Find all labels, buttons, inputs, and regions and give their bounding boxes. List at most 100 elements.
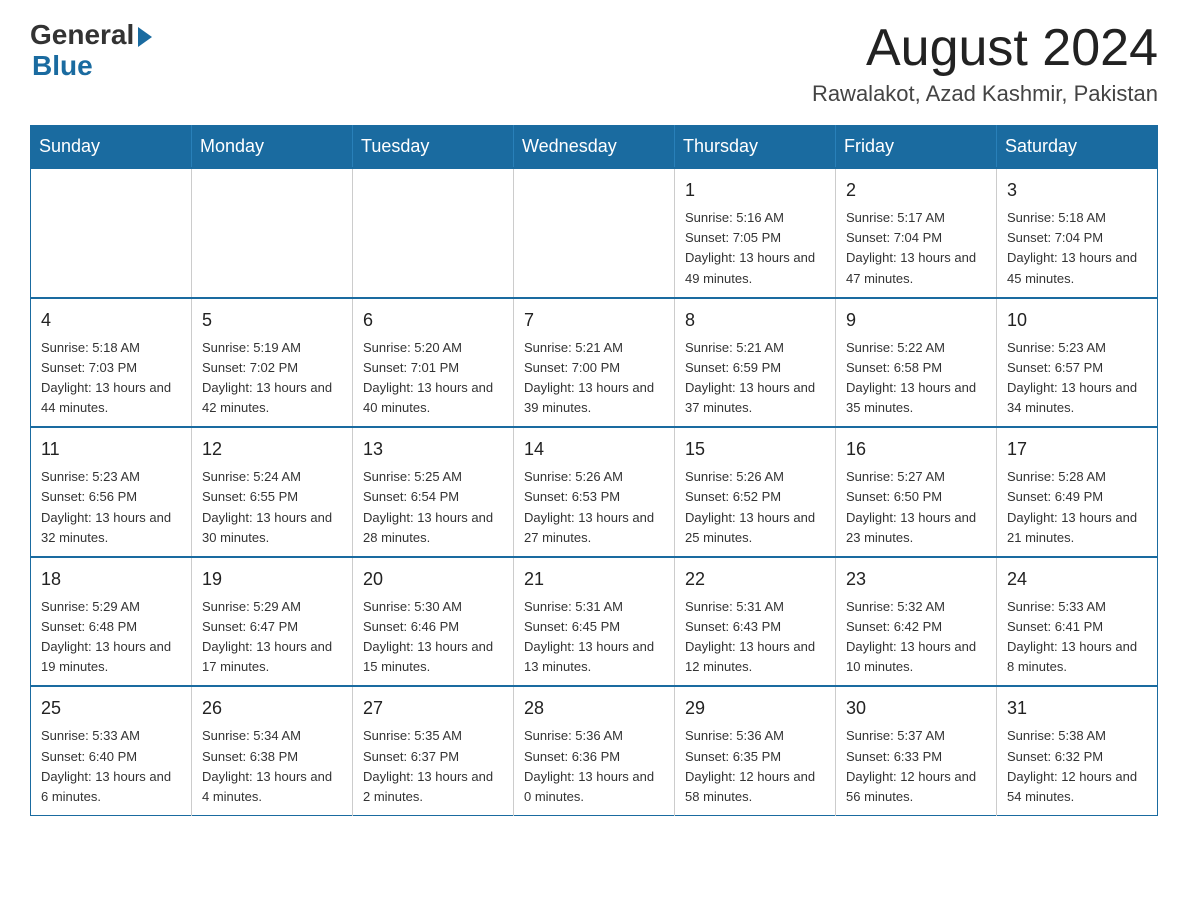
day-number: 6 [363,307,503,334]
weekday-header-friday: Friday [836,126,997,169]
weekday-header-wednesday: Wednesday [514,126,675,169]
day-cell-4-5: 30 Sunrise: 5:37 AM Sunset: 6:33 PM Dayli… [836,686,997,815]
day-cell-2-5: 16 Sunrise: 5:27 AM Sunset: 6:50 PM Dayli… [836,427,997,557]
logo-blue-text: Blue [32,50,93,81]
weekday-header-thursday: Thursday [675,126,836,169]
day-info: Sunrise: 5:26 AM Sunset: 6:53 PM Dayligh… [524,467,664,548]
weekday-header-row: SundayMondayTuesdayWednesdayThursdayFrid… [31,126,1158,169]
day-info: Sunrise: 5:18 AM Sunset: 7:03 PM Dayligh… [41,338,181,419]
day-info: Sunrise: 5:33 AM Sunset: 6:41 PM Dayligh… [1007,597,1147,678]
day-info: Sunrise: 5:34 AM Sunset: 6:38 PM Dayligh… [202,726,342,807]
day-cell-0-1 [192,168,353,298]
day-info: Sunrise: 5:23 AM Sunset: 6:57 PM Dayligh… [1007,338,1147,419]
day-cell-4-0: 25Sunrise: 5:33 AM Sunset: 6:40 PM Dayli… [31,686,192,815]
day-cell-4-6: 31 Sunrise: 5:38 AM Sunset: 6:32 PM Dayli… [997,686,1158,815]
day-cell-3-1: 19 Sunrise: 5:29 AM Sunset: 6:47 PM Dayli… [192,557,353,687]
day-cell-3-6: 24 Sunrise: 5:33 AM Sunset: 6:41 PM Dayli… [997,557,1158,687]
day-cell-4-3: 28 Sunrise: 5:36 AM Sunset: 6:36 PM Dayli… [514,686,675,815]
day-number: 31 [1007,695,1147,722]
week-row-2: 4 Sunrise: 5:18 AM Sunset: 7:03 PM Daylig… [31,298,1158,428]
weekday-header-tuesday: Tuesday [353,126,514,169]
day-cell-2-3: 14Sunrise: 5:26 AM Sunset: 6:53 PM Dayli… [514,427,675,557]
day-info: Sunrise: 5:37 AM Sunset: 6:33 PM Dayligh… [846,726,986,807]
logo-general-text: General [30,20,134,51]
week-row-4: 18 Sunrise: 5:29 AM Sunset: 6:48 PM Dayli… [31,557,1158,687]
day-number: 22 [685,566,825,593]
day-info: Sunrise: 5:29 AM Sunset: 6:48 PM Dayligh… [41,597,181,678]
day-number: 17 [1007,436,1147,463]
day-number: 7 [524,307,664,334]
day-info: Sunrise: 5:19 AM Sunset: 7:02 PM Dayligh… [202,338,342,419]
day-number: 2 [846,177,986,204]
day-cell-3-2: 20 Sunrise: 5:30 AM Sunset: 6:46 PM Dayli… [353,557,514,687]
weekday-header-sunday: Sunday [31,126,192,169]
day-cell-1-4: 8 Sunrise: 5:21 AM Sunset: 6:59 PM Daylig… [675,298,836,428]
day-cell-1-2: 6 Sunrise: 5:20 AM Sunset: 7:01 PM Daylig… [353,298,514,428]
day-cell-0-0 [31,168,192,298]
day-cell-3-5: 23Sunrise: 5:32 AM Sunset: 6:42 PM Dayli… [836,557,997,687]
day-info: Sunrise: 5:27 AM Sunset: 6:50 PM Dayligh… [846,467,986,548]
day-cell-3-3: 21Sunrise: 5:31 AM Sunset: 6:45 PM Dayli… [514,557,675,687]
day-cell-3-4: 22 Sunrise: 5:31 AM Sunset: 6:43 PM Dayli… [675,557,836,687]
day-number: 15 [685,436,825,463]
day-info: Sunrise: 5:18 AM Sunset: 7:04 PM Dayligh… [1007,208,1147,289]
day-info: Sunrise: 5:24 AM Sunset: 6:55 PM Dayligh… [202,467,342,548]
day-cell-1-3: 7Sunrise: 5:21 AM Sunset: 7:00 PM Daylig… [514,298,675,428]
day-cell-0-4: 1 Sunrise: 5:16 AM Sunset: 7:05 PM Daylig… [675,168,836,298]
day-cell-4-2: 27 Sunrise: 5:35 AM Sunset: 6:37 PM Dayli… [353,686,514,815]
day-cell-0-6: 3 Sunrise: 5:18 AM Sunset: 7:04 PM Daylig… [997,168,1158,298]
day-cell-0-3 [514,168,675,298]
day-info: Sunrise: 5:22 AM Sunset: 6:58 PM Dayligh… [846,338,986,419]
day-info: Sunrise: 5:31 AM Sunset: 6:43 PM Dayligh… [685,597,825,678]
day-cell-2-4: 15 Sunrise: 5:26 AM Sunset: 6:52 PM Dayli… [675,427,836,557]
day-number: 27 [363,695,503,722]
day-info: Sunrise: 5:30 AM Sunset: 6:46 PM Dayligh… [363,597,503,678]
day-number: 11 [41,436,181,463]
day-number: 20 [363,566,503,593]
day-number: 9 [846,307,986,334]
day-info: Sunrise: 5:36 AM Sunset: 6:36 PM Dayligh… [524,726,664,807]
week-row-3: 11 Sunrise: 5:23 AM Sunset: 6:56 PM Dayli… [31,427,1158,557]
day-number: 16 [846,436,986,463]
day-info: Sunrise: 5:17 AM Sunset: 7:04 PM Dayligh… [846,208,986,289]
weekday-header-saturday: Saturday [997,126,1158,169]
day-cell-4-4: 29Sunrise: 5:36 AM Sunset: 6:35 PM Dayli… [675,686,836,815]
day-cell-4-1: 26Sunrise: 5:34 AM Sunset: 6:38 PM Dayli… [192,686,353,815]
day-cell-1-6: 10 Sunrise: 5:23 AM Sunset: 6:57 PM Dayli… [997,298,1158,428]
day-info: Sunrise: 5:31 AM Sunset: 6:45 PM Dayligh… [524,597,664,678]
calendar-table: SundayMondayTuesdayWednesdayThursdayFrid… [30,125,1158,816]
day-cell-1-0: 4 Sunrise: 5:18 AM Sunset: 7:03 PM Daylig… [31,298,192,428]
day-number: 5 [202,307,342,334]
day-info: Sunrise: 5:26 AM Sunset: 6:52 PM Dayligh… [685,467,825,548]
day-cell-0-2 [353,168,514,298]
day-cell-2-0: 11 Sunrise: 5:23 AM Sunset: 6:56 PM Dayli… [31,427,192,557]
day-cell-0-5: 2 Sunrise: 5:17 AM Sunset: 7:04 PM Daylig… [836,168,997,298]
day-number: 4 [41,307,181,334]
day-number: 30 [846,695,986,722]
day-info: Sunrise: 5:29 AM Sunset: 6:47 PM Dayligh… [202,597,342,678]
day-info: Sunrise: 5:32 AM Sunset: 6:42 PM Dayligh… [846,597,986,678]
day-number: 13 [363,436,503,463]
day-info: Sunrise: 5:36 AM Sunset: 6:35 PM Dayligh… [685,726,825,807]
day-info: Sunrise: 5:21 AM Sunset: 6:59 PM Dayligh… [685,338,825,419]
day-info: Sunrise: 5:23 AM Sunset: 6:56 PM Dayligh… [41,467,181,548]
day-number: 28 [524,695,664,722]
month-title: August 2024 [812,20,1158,77]
day-number: 24 [1007,566,1147,593]
day-info: Sunrise: 5:38 AM Sunset: 6:32 PM Dayligh… [1007,726,1147,807]
day-info: Sunrise: 5:16 AM Sunset: 7:05 PM Dayligh… [685,208,825,289]
day-info: Sunrise: 5:35 AM Sunset: 6:37 PM Dayligh… [363,726,503,807]
day-cell-1-5: 9 Sunrise: 5:22 AM Sunset: 6:58 PM Daylig… [836,298,997,428]
day-number: 8 [685,307,825,334]
day-number: 18 [41,566,181,593]
day-info: Sunrise: 5:28 AM Sunset: 6:49 PM Dayligh… [1007,467,1147,548]
logo: General Blue [30,20,152,82]
day-number: 19 [202,566,342,593]
day-number: 1 [685,177,825,204]
day-number: 3 [1007,177,1147,204]
day-number: 10 [1007,307,1147,334]
day-info: Sunrise: 5:20 AM Sunset: 7:01 PM Dayligh… [363,338,503,419]
day-cell-2-6: 17 Sunrise: 5:28 AM Sunset: 6:49 PM Dayli… [997,427,1158,557]
day-number: 12 [202,436,342,463]
day-info: Sunrise: 5:33 AM Sunset: 6:40 PM Dayligh… [41,726,181,807]
